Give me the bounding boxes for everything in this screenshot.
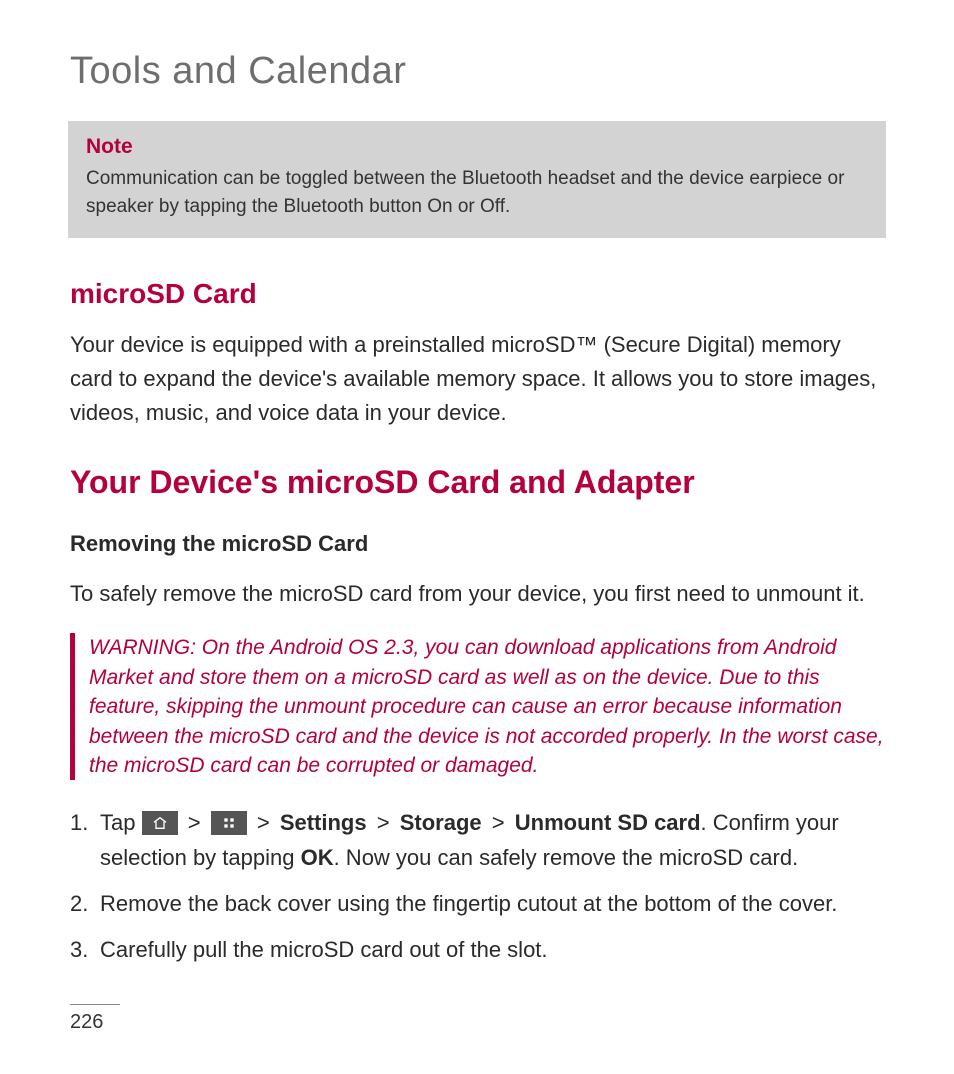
warning-callout: WARNING: On the Android OS 2.3, you can … [70,633,886,780]
label-storage: Storage [400,810,482,835]
note-body: Communication can be toggled between the… [86,165,868,220]
label-unmount: Unmount SD card [515,810,701,835]
step-3: Carefully pull the microSD card out of t… [70,933,886,967]
apps-icon [211,811,247,835]
note-title: Note [86,135,868,159]
heading-card-and-adapter: Your Device's microSD Card and Adapter [70,464,886,501]
page-number: 226 [70,1004,120,1034]
note-callout: Note Communication can be toggled betwee… [68,121,886,238]
home-icon [142,811,178,835]
step-1-post2: . Now you can safely remove the microSD … [334,845,799,870]
separator-1: > [188,806,201,840]
separator-3: > [377,806,390,840]
page-title: Tools and Calendar [70,50,886,93]
separator-4: > [492,806,505,840]
step-2: Remove the back cover using the fingerti… [70,887,886,921]
document-page: Tools and Calendar Note Communication ca… [0,0,954,1074]
steps-list: Tap > > Settings > Storage > [70,806,886,966]
heading-microsd-card: microSD Card [70,278,886,310]
label-settings: Settings [280,810,367,835]
step-1: Tap > > Settings > Storage > [70,806,886,874]
step-1-pre: Tap [100,810,142,835]
separator-2: > [257,806,270,840]
label-ok: OK [301,845,334,870]
subheading-removing-card: Removing the microSD Card [70,531,886,557]
paragraph-remove-intro: To safely remove the microSD card from y… [70,577,886,611]
paragraph-microsd-intro: Your device is equipped with a preinstal… [70,328,886,430]
